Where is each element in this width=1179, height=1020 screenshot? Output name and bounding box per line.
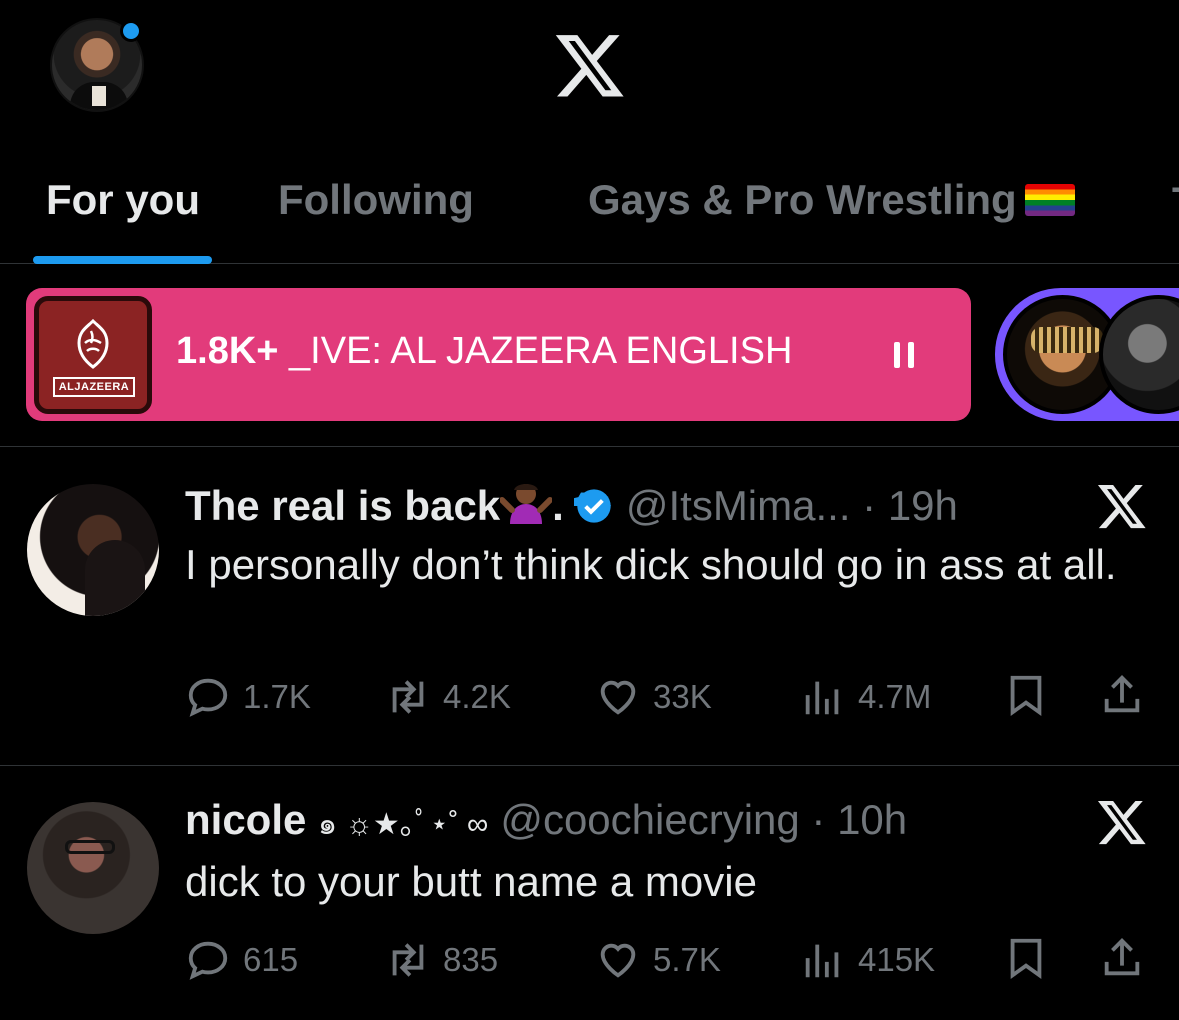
live-space-bar[interactable]: ALJAZEERA 1.8K+ _IVE: AL JAZEERA ENGLISH (26, 288, 971, 421)
post-actions: 1.7K 4.2K 33K 4.7M (185, 672, 1150, 722)
post-time[interactable]: · 10h (811, 796, 907, 843)
aljazeera-logo: ALJAZEERA (34, 296, 152, 414)
avatar-figure (85, 540, 145, 616)
bookmark-icon[interactable] (1003, 935, 1049, 981)
repost-icon (392, 680, 424, 714)
space-title: 1.8K+ _IVE: AL JAZEERA ENGLISH (176, 330, 792, 373)
post-avatar[interactable] (27, 484, 159, 616)
reply-count: 1.7K (243, 678, 311, 715)
x-logo-icon[interactable] (1096, 480, 1148, 532)
repost-button[interactable]: 835 (385, 935, 498, 985)
bookmark-icon[interactable] (1003, 672, 1049, 718)
reply-button[interactable]: 1.7K (185, 672, 311, 722)
heart-icon (600, 680, 636, 715)
aljazeera-logo-label: ALJAZEERA (53, 377, 135, 397)
reply-count: 615 (243, 941, 299, 978)
timeline-tabs: For you Following Gays & Pro Wrestling T (0, 160, 1179, 264)
repost-button[interactable]: 4.2K (385, 672, 511, 722)
tab-label: Gays & Pro Wrestling (588, 176, 1017, 223)
tab-overflow: T (1172, 180, 1179, 210)
views-icon (805, 944, 839, 978)
divider (0, 446, 1179, 447)
reply-icon (188, 941, 228, 980)
heart-icon (600, 943, 636, 978)
space-listener-count: 1.8K+ (176, 330, 279, 372)
post-header: The real is back. @ItsMima... · 19h (185, 478, 958, 530)
aljazeera-emblem-icon (77, 318, 109, 369)
view-count: 415K (858, 941, 936, 978)
views-icon (805, 681, 839, 715)
repost-icon (392, 943, 424, 977)
share-icon[interactable] (1099, 935, 1145, 981)
pause-icon[interactable] (892, 342, 916, 368)
reply-button[interactable]: 615 (185, 935, 298, 985)
space-host-avatar (1099, 295, 1179, 414)
views-button[interactable]: 415K (800, 935, 935, 985)
space-host-avatars[interactable] (995, 288, 1179, 421)
post-time[interactable]: · 19h (862, 482, 958, 529)
sunglasses (1031, 327, 1103, 353)
tab-for-you[interactable]: For you (46, 176, 200, 224)
views-button[interactable]: 4.7M (800, 672, 931, 722)
tab-gays-pro-wrestling[interactable]: Gays & Pro Wrestling (588, 176, 1075, 224)
like-count: 33K (653, 678, 712, 715)
post-text: I personally don’t think dick should go … (185, 541, 1117, 588)
tab-following[interactable]: Following (278, 176, 474, 224)
post-actions: 615 835 5.7K 415K (185, 935, 1150, 985)
post-text: dick to your butt name a movie (185, 858, 757, 905)
reply-icon (188, 678, 228, 717)
post-author-name[interactable]: The real is back (185, 482, 500, 529)
like-button[interactable]: 5.7K (595, 935, 721, 985)
repost-count: 4.2K (443, 678, 511, 715)
post-author-name-suffix: . (552, 482, 564, 529)
verified-badge-icon (573, 489, 612, 523)
share-icon[interactable] (1099, 672, 1145, 718)
post-header: nicole ๑ ☼★｡ﾟ⋆˚ ∞ @coochiecrying · 10h (185, 796, 907, 848)
rainbow-flag-icon (1024, 184, 1075, 216)
active-tab-indicator (33, 256, 212, 264)
like-button[interactable]: 33K (595, 672, 712, 722)
like-count: 5.7K (653, 941, 721, 978)
notification-dot (120, 20, 142, 42)
x-logo-icon[interactable] (1096, 796, 1148, 848)
post-author-name[interactable]: nicole (185, 796, 306, 843)
shrug-emoji-icon (500, 484, 553, 524)
avatar-collar (92, 86, 106, 106)
post-author-decoration: ๑ ☼★｡ﾟ⋆˚ ∞ (318, 808, 489, 841)
post-handle[interactable]: @coochiecrying (500, 796, 799, 843)
view-count: 4.7M (858, 678, 932, 715)
post-avatar[interactable] (27, 802, 159, 934)
divider (0, 765, 1179, 766)
x-logo-icon[interactable] (552, 28, 628, 102)
avatar-glasses (65, 840, 115, 854)
post-handle[interactable]: @ItsMima... (626, 482, 851, 529)
repost-count: 835 (443, 941, 499, 978)
space-name: _IVE: AL JAZEERA ENGLISH (289, 330, 793, 372)
